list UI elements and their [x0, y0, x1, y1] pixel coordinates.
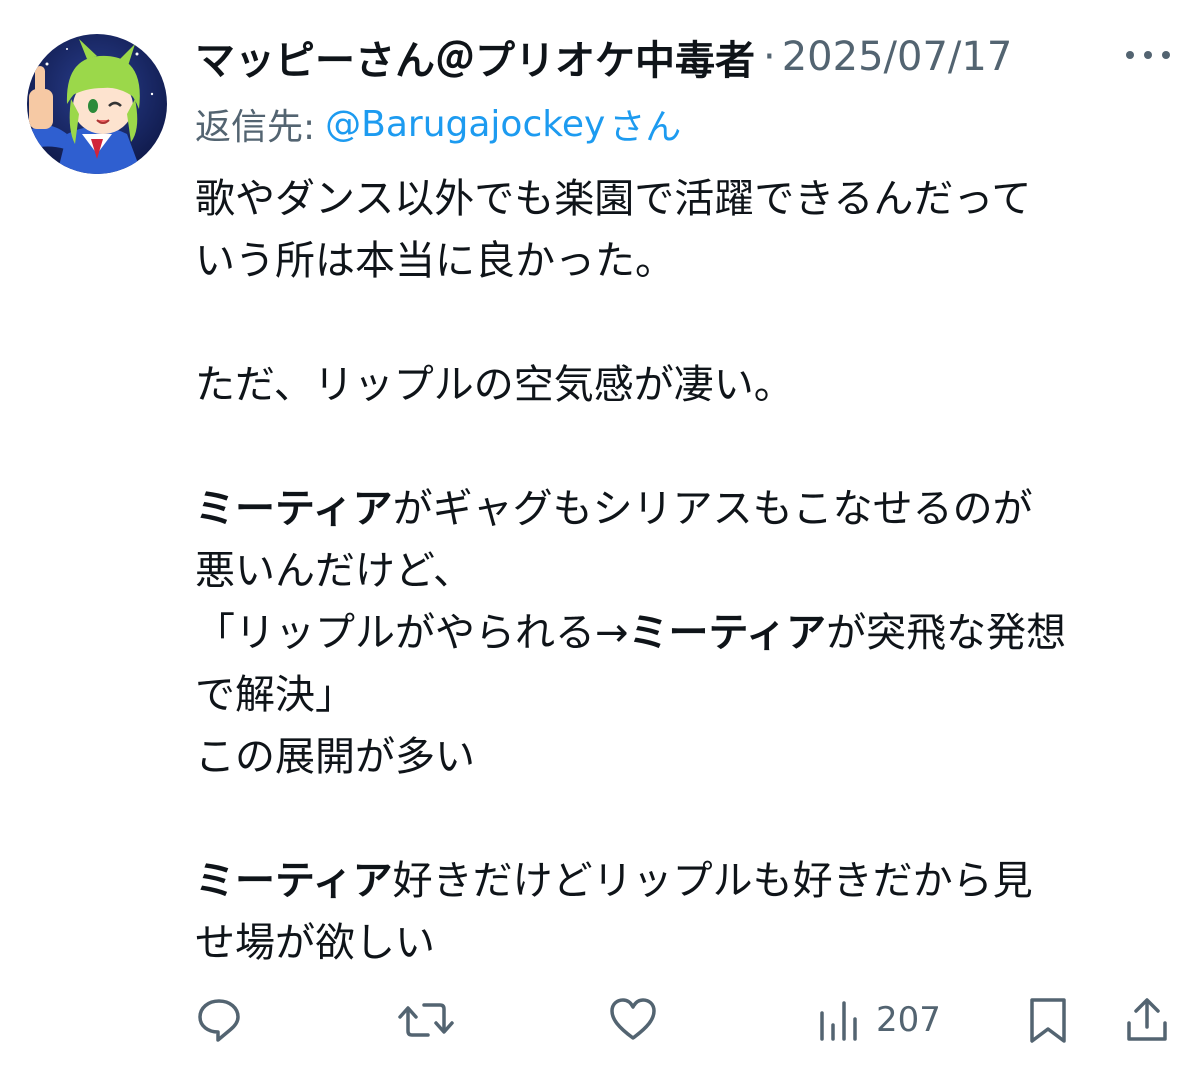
body-line: いう所は本当に良かった。: [195, 238, 675, 284]
repost-icon: [398, 1003, 454, 1037]
post-body: 歌やダンス以外でも楽園で活躍できるんだって いう所は本当に良かった。 ただ、リッ…: [195, 168, 1185, 974]
bold-name: ミーティア: [628, 610, 827, 656]
bold-name: ミーティア: [195, 486, 393, 532]
reply-icon: [198, 999, 240, 1042]
body-line: ミーティア好きだけどリップルも好きだから見: [195, 858, 1033, 904]
body-line: で解決」: [195, 672, 355, 718]
heart-icon: [610, 998, 656, 1040]
avatar-image: [27, 34, 167, 174]
body-line: 「リップルがやられる→ミーティアが突飛な発想: [195, 610, 1067, 656]
body-line: 歌やダンス以外でも楽園で活躍できるんだって: [195, 176, 1032, 222]
views-count: 207: [876, 1000, 941, 1040]
views-icon: [820, 1001, 857, 1041]
reply-button[interactable]: [194, 988, 244, 1052]
body-line: せ場が欲しい: [195, 920, 435, 966]
bold-name: ミーティア: [195, 858, 393, 904]
share-button[interactable]: [1124, 988, 1170, 1052]
post-date[interactable]: 2025/07/17: [782, 34, 1013, 80]
share-icon: [1127, 998, 1167, 1041]
body-line: この展開が多い: [195, 734, 475, 780]
action-bar: 207: [0, 988, 1200, 1052]
more-options-icon[interactable]: [1118, 40, 1178, 70]
repost-button[interactable]: [398, 988, 454, 1052]
post-header: マッピーさん＠プリオケ中毒者 · 2025/07/17: [195, 28, 1012, 86]
reply-handle-link[interactable]: @Barugajockey: [325, 104, 605, 145]
views-button[interactable]: 207: [816, 988, 941, 1052]
like-button[interactable]: [608, 988, 658, 1052]
avatar[interactable]: [27, 34, 167, 174]
bookmark-icon: [1030, 998, 1066, 1043]
reply-label: 返信先:: [195, 107, 316, 148]
reply-suffix[interactable]: さん: [609, 98, 681, 150]
body-line: ミーティアがギャグもシリアスもこなせるのが: [195, 486, 1033, 532]
bookmark-button[interactable]: [1025, 988, 1071, 1052]
separator: ·: [763, 34, 776, 80]
body-line: ただ、リップルの空気感が凄い。: [195, 362, 794, 408]
body-line: 悪いんだけど、: [195, 548, 473, 594]
reply-context: 返信先: @Barugajockey さん: [195, 96, 681, 152]
display-name[interactable]: マッピーさん＠プリオケ中毒者: [195, 28, 755, 86]
